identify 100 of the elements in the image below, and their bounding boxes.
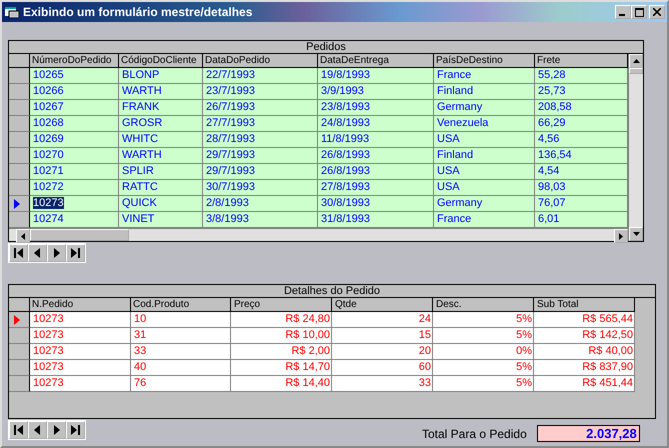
table-cell: R$ 14,40 bbox=[231, 376, 332, 392]
table-cell: 2/8/1993 bbox=[203, 196, 318, 212]
current-row-icon bbox=[14, 198, 20, 208]
row-selector[interactable] bbox=[9, 344, 30, 360]
table-cell: 26/8/1993 bbox=[318, 164, 434, 180]
table-cell: Germany bbox=[434, 196, 535, 212]
table-cell: 3/9/1993 bbox=[318, 84, 434, 100]
column-header[interactable]: PaísDeDestino bbox=[434, 54, 535, 68]
table-cell: Venezuela bbox=[434, 116, 535, 132]
row-selector[interactable] bbox=[9, 148, 30, 164]
table-cell: 0% bbox=[433, 344, 534, 360]
table-cell: 5% bbox=[433, 376, 534, 392]
scroll-right-button[interactable] bbox=[614, 229, 628, 243]
table-cell: R$ 40,00 bbox=[534, 344, 635, 360]
row-selector[interactable] bbox=[9, 360, 30, 376]
scroll-thumb[interactable] bbox=[30, 229, 129, 241]
table-cell: France bbox=[434, 212, 535, 228]
column-header[interactable]: Cod.Produto bbox=[131, 298, 231, 312]
table-cell: R$ 2,00 bbox=[231, 344, 332, 360]
table-cell: 10271 bbox=[30, 164, 119, 180]
row-selector[interactable] bbox=[9, 84, 30, 100]
column-header[interactable]: CódigoDoCliente bbox=[119, 54, 203, 68]
column-header[interactable]: DataDeEntrega bbox=[318, 54, 434, 68]
table-cell: 23/8/1993 bbox=[318, 100, 434, 116]
table-cell: USA bbox=[434, 132, 535, 148]
close-button[interactable] bbox=[649, 5, 665, 19]
last-record-button[interactable] bbox=[66, 244, 85, 262]
vertical-scrollbar[interactable] bbox=[628, 54, 643, 241]
row-selector[interactable] bbox=[9, 116, 30, 132]
minimize-button[interactable] bbox=[615, 5, 631, 19]
column-header[interactable]: N.Pedido bbox=[30, 298, 131, 312]
table-cell: 10265 bbox=[30, 68, 119, 84]
column-header[interactable]: Frete bbox=[535, 54, 628, 68]
row-selector[interactable] bbox=[9, 312, 30, 328]
table-cell: R$ 451,44 bbox=[534, 376, 635, 392]
table-cell: 33 bbox=[131, 344, 231, 360]
scroll-down-button[interactable] bbox=[629, 227, 643, 241]
previous-record-button[interactable] bbox=[28, 421, 47, 439]
table-cell: R$ 24,80 bbox=[231, 312, 332, 328]
table-cell: 4,56 bbox=[535, 132, 628, 148]
next-record-icon bbox=[51, 248, 62, 258]
next-record-button[interactable] bbox=[47, 244, 66, 262]
table-cell: 5% bbox=[433, 360, 534, 376]
maximize-button[interactable] bbox=[631, 5, 647, 19]
row-selector[interactable] bbox=[9, 212, 30, 228]
row-selector[interactable] bbox=[9, 180, 30, 196]
row-selector[interactable] bbox=[9, 164, 30, 180]
next-record-button[interactable] bbox=[47, 421, 66, 439]
table-cell: 26/7/1993 bbox=[203, 100, 318, 116]
close-icon bbox=[653, 8, 661, 16]
table-cell: WARTH bbox=[119, 84, 203, 100]
table-cell: R$ 142,50 bbox=[534, 328, 635, 344]
table-cell: 27/8/1993 bbox=[318, 180, 434, 196]
row-selector[interactable] bbox=[9, 328, 30, 344]
table-cell: Finland bbox=[434, 84, 535, 100]
right-arrow-icon bbox=[619, 232, 623, 240]
row-selector[interactable] bbox=[9, 376, 30, 392]
table-cell: 20 bbox=[332, 344, 433, 360]
scroll-left-button[interactable] bbox=[16, 229, 30, 243]
previous-record-button[interactable] bbox=[28, 244, 47, 262]
scroll-up-button[interactable] bbox=[629, 54, 643, 68]
column-header[interactable]: Qtde bbox=[332, 298, 433, 312]
first-record-button[interactable] bbox=[9, 244, 28, 262]
column-header[interactable]: Desc. bbox=[433, 298, 534, 312]
table-cell: QUICK bbox=[119, 196, 203, 212]
column-header[interactable]: Sub Total bbox=[534, 298, 635, 312]
last-record-button[interactable] bbox=[66, 421, 85, 439]
table-cell: Finland bbox=[434, 148, 535, 164]
row-selector[interactable] bbox=[9, 68, 30, 84]
table-cell: 10273 bbox=[30, 360, 131, 376]
table-cell: 27/7/1993 bbox=[203, 116, 318, 132]
scroll-thumb[interactable] bbox=[629, 68, 643, 74]
table-cell: 19/8/1993 bbox=[318, 68, 434, 84]
table-cell: 40 bbox=[131, 360, 231, 376]
table-cell: 10273 bbox=[30, 328, 131, 344]
horizontal-scrollbar[interactable] bbox=[9, 228, 628, 241]
row-selector[interactable] bbox=[9, 132, 30, 148]
table-cell: 136,54 bbox=[535, 148, 628, 164]
table-cell: 11/8/1993 bbox=[318, 132, 434, 148]
table-cell: 4,54 bbox=[535, 164, 628, 180]
last-record-icon bbox=[70, 425, 81, 435]
table-cell: 31/8/1993 bbox=[318, 212, 434, 228]
first-record-button[interactable] bbox=[9, 421, 28, 439]
column-header[interactable]: NúmeroDoPedido bbox=[30, 54, 119, 68]
row-selector[interactable] bbox=[9, 100, 30, 116]
table-cell: 31 bbox=[131, 328, 231, 344]
column-header[interactable]: DataDoPedido bbox=[203, 54, 318, 68]
table-cell: 3/8/1993 bbox=[203, 212, 318, 228]
table-cell: 55,28 bbox=[535, 68, 628, 84]
table-cell: 28/7/1993 bbox=[203, 132, 318, 148]
table-cell: RATTC bbox=[119, 180, 203, 196]
table-cell: 30/7/1993 bbox=[203, 180, 318, 196]
table-cell: 29/7/1993 bbox=[203, 164, 318, 180]
row-selector[interactable] bbox=[9, 196, 30, 212]
first-record-icon bbox=[13, 425, 24, 435]
table-cell: USA bbox=[434, 180, 535, 196]
table-cell: 25,73 bbox=[535, 84, 628, 100]
total-field: 2.037,28 bbox=[536, 425, 640, 442]
table-cell: 5% bbox=[433, 312, 534, 328]
column-header[interactable]: Preço bbox=[231, 298, 332, 312]
